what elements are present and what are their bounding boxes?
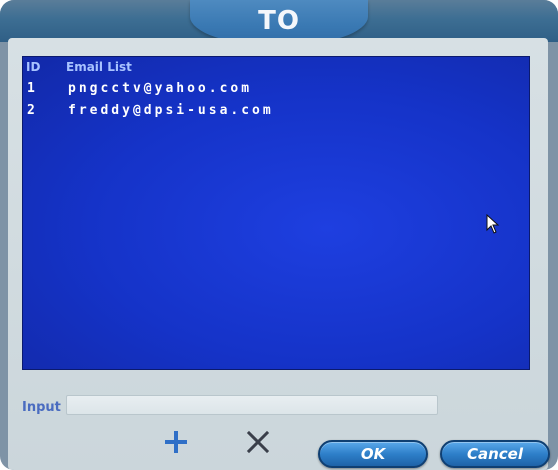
email-to-dialog: TO ID Email List 1 pngcctv@yahoo.com 2 f… xyxy=(0,0,558,470)
column-header-email-list: Email List xyxy=(66,60,132,74)
input-label: Input xyxy=(22,400,61,415)
email-list[interactable]: ID Email List 1 pngcctv@yahoo.com 2 fred… xyxy=(22,56,530,370)
list-header: ID Email List xyxy=(22,58,530,76)
ok-button[interactable]: OK xyxy=(318,440,428,468)
add-button[interactable] xyxy=(156,424,196,460)
dialog-title: TO xyxy=(258,6,300,36)
plus-icon xyxy=(165,431,187,453)
list-item-id: 1 xyxy=(27,81,35,96)
list-item[interactable]: 2 freddy@dpsi-usa.com xyxy=(22,102,530,122)
cancel-button[interactable]: Cancel xyxy=(440,440,550,468)
delete-button[interactable] xyxy=(238,424,278,460)
list-item[interactable]: 1 pngcctv@yahoo.com xyxy=(22,80,530,100)
x-icon xyxy=(246,430,270,454)
list-item-email: freddy@dpsi-usa.com xyxy=(68,103,274,118)
list-item-email: pngcctv@yahoo.com xyxy=(68,81,253,96)
list-item-id: 2 xyxy=(27,103,35,118)
mouse-pointer-icon xyxy=(486,213,500,238)
email-input[interactable] xyxy=(66,395,438,415)
column-header-id: ID xyxy=(26,60,41,74)
